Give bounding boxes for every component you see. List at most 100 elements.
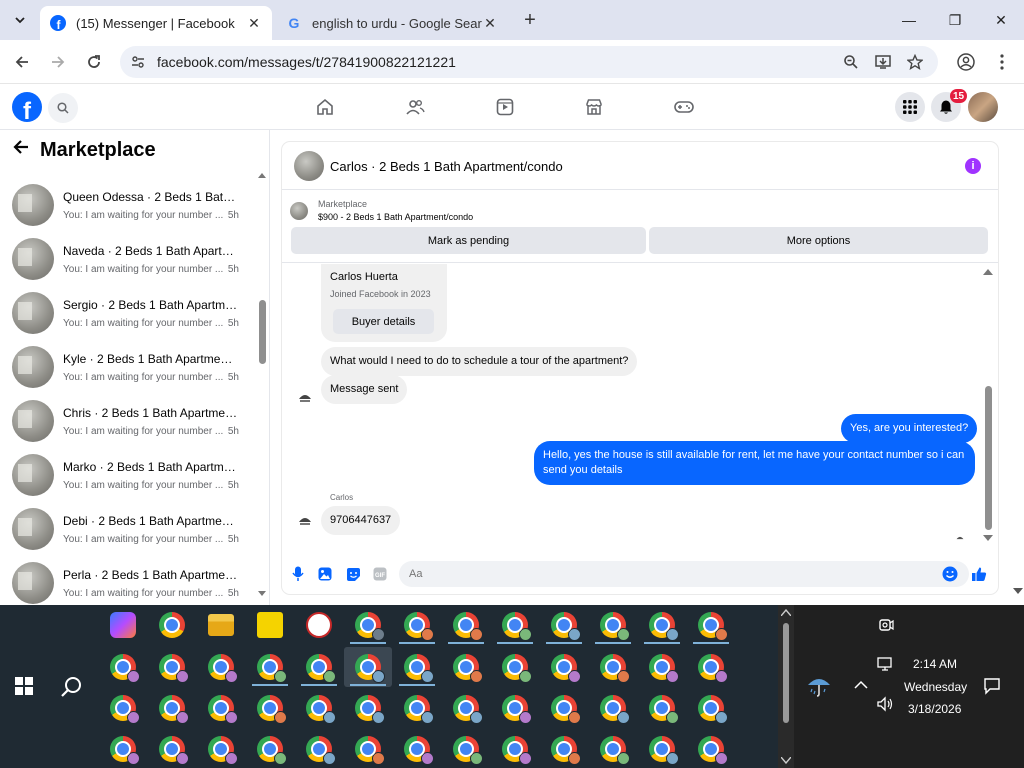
chrome-profile-icon[interactable] <box>698 612 728 641</box>
chrome-profile-icon[interactable] <box>551 736 581 765</box>
video-icon[interactable] <box>494 96 516 118</box>
chrome-profile-icon[interactable] <box>551 612 581 641</box>
tab-google-search[interactable]: G english to urdu - Google Search ✕ <box>276 6 508 40</box>
chrome-profile-icon[interactable] <box>453 695 483 724</box>
chrome-profile-icon[interactable] <box>110 654 140 683</box>
chrome-profile-icon[interactable] <box>306 695 336 724</box>
chrome-profile-icon[interactable] <box>159 695 189 724</box>
tab-messenger[interactable]: f (15) Messenger | Facebook ✕ <box>40 6 272 40</box>
chrome-profile-icon[interactable] <box>355 695 385 724</box>
chrome-profile-icon[interactable] <box>453 654 483 683</box>
chrome-profile-icon[interactable] <box>453 736 483 765</box>
chrome-profile-icon[interactable] <box>600 612 630 641</box>
back-arrow-icon[interactable] <box>12 138 30 162</box>
gaming-icon[interactable] <box>673 96 695 118</box>
chrome-icon[interactable] <box>159 612 185 638</box>
account-avatar[interactable] <box>968 92 998 122</box>
conversation-item[interactable]: Marko · 2 Beds 1 Bath Apartment/condo Yo… <box>12 448 248 502</box>
chrome-profile-icon[interactable] <box>257 654 287 683</box>
emoji-icon[interactable] <box>942 566 958 582</box>
tab-close-icon[interactable]: ✕ <box>482 15 498 31</box>
chrome-profile-icon[interactable] <box>404 736 434 765</box>
buyer-details-button[interactable]: Buyer details <box>333 309 434 334</box>
conversation-item[interactable]: Kyle · 2 Beds 1 Bath Apartment/condo You… <box>12 340 248 394</box>
mark-as-pending-button[interactable]: Mark as pending <box>291 227 646 254</box>
more-options-button[interactable]: More options <box>649 227 988 254</box>
home-icon[interactable] <box>314 96 336 118</box>
minimize-icon[interactable]: — <box>886 0 932 40</box>
chrome-profile-icon[interactable] <box>306 736 336 765</box>
notification-center-icon[interactable] <box>983 677 1001 698</box>
clock-time[interactable]: 2:14 AM <box>913 657 957 671</box>
chrome-profile-icon[interactable] <box>208 654 238 683</box>
chrome-profile-icon[interactable] <box>551 654 581 683</box>
address-bar[interactable]: facebook.com/messages/t/2784190082212122… <box>120 46 938 78</box>
chrome-profile-icon[interactable] <box>110 695 140 724</box>
snipping-app-icon[interactable] <box>306 612 332 638</box>
browser-menu-kebab-icon[interactable] <box>992 52 1012 72</box>
chrome-profile-icon[interactable] <box>649 736 679 765</box>
info-icon[interactable]: i <box>965 158 981 174</box>
facebook-search-icon[interactable] <box>48 93 78 123</box>
windows-start-icon[interactable] <box>15 677 33 695</box>
chrome-profile-icon[interactable] <box>600 736 630 765</box>
conversation-list-scrollbar[interactable] <box>258 172 266 597</box>
chrome-profile-icon[interactable] <box>404 612 434 641</box>
microphone-icon[interactable] <box>290 566 306 582</box>
page-scrollbar[interactable] <box>1012 130 1024 605</box>
chrome-profile-icon[interactable] <box>159 654 189 683</box>
chrome-profile-icon[interactable] <box>355 612 385 641</box>
reload-icon[interactable] <box>82 50 106 74</box>
taskbar-scrollbar[interactable] <box>778 605 794 768</box>
bookmark-star-icon[interactable] <box>906 53 924 71</box>
gif-icon[interactable]: GIF <box>372 566 388 582</box>
chrome-profile-icon[interactable] <box>649 695 679 724</box>
new-tab-plus-icon[interactable]: + <box>518 8 542 32</box>
weather-umbrella-icon[interactable] <box>806 673 832 702</box>
photo-icon[interactable] <box>317 566 333 582</box>
close-window-icon[interactable]: ✕ <box>978 0 1024 40</box>
contact-avatar[interactable] <box>294 151 324 181</box>
back-arrow-icon[interactable] <box>10 50 34 74</box>
restore-icon[interactable]: ❐ <box>932 0 978 40</box>
chrome-profile-icon[interactable] <box>600 654 630 683</box>
conversation-item[interactable]: Naveda · 2 Beds 1 Bath Apartment/condo Y… <box>12 232 248 286</box>
zoom-icon[interactable] <box>842 53 860 71</box>
menu-grid-icon[interactable] <box>895 92 925 122</box>
chat-title[interactable]: Carlos · 2 Beds 1 Bath Apartment/condo <box>330 159 563 174</box>
chrome-profile-icon[interactable] <box>257 736 287 765</box>
conversation-item[interactable]: Perla · 2 Beds 1 Bath Apartment/condo Yo… <box>12 556 248 605</box>
facebook-logo-icon[interactable]: f <box>12 92 42 122</box>
chrome-profile-icon[interactable] <box>208 695 238 724</box>
chrome-profile-icon[interactable] <box>453 612 483 641</box>
sticker-icon[interactable] <box>345 566 361 582</box>
chrome-profile-icon[interactable] <box>404 695 434 724</box>
chrome-profile-icon[interactable] <box>698 736 728 765</box>
chrome-profile-icon[interactable] <box>355 736 385 765</box>
marketplace-icon[interactable] <box>583 96 605 118</box>
network-icon[interactable] <box>877 656 895 675</box>
chrome-profile-icon[interactable] <box>600 695 630 724</box>
chrome-profile-icon[interactable] <box>502 736 532 765</box>
site-info-icon[interactable] <box>130 54 146 70</box>
clock-day[interactable]: Wednesday <box>904 680 967 694</box>
volume-icon[interactable] <box>876 696 894 715</box>
chrome-profile-icon[interactable] <box>551 695 581 724</box>
conversation-item[interactable]: Chris · 2 Beds 1 Bath Apartment/condo Yo… <box>12 394 248 448</box>
profile-icon[interactable] <box>956 52 976 72</box>
chat-scrollbar[interactable] <box>982 268 994 542</box>
tab-search-chevron-icon[interactable] <box>8 8 32 32</box>
sticky-notes-icon[interactable] <box>257 612 283 638</box>
clock-date[interactable]: 3/18/2026 <box>908 702 961 716</box>
install-app-icon[interactable] <box>874 53 892 71</box>
friends-icon[interactable] <box>404 96 426 118</box>
chrome-profile-icon[interactable] <box>649 654 679 683</box>
message-input[interactable] <box>399 561 969 587</box>
chrome-profile-icon[interactable] <box>355 654 385 683</box>
chrome-profile-icon[interactable] <box>257 695 287 724</box>
file-explorer-icon[interactable] <box>208 614 234 636</box>
chrome-profile-icon[interactable] <box>649 612 679 641</box>
chrome-profile-icon[interactable] <box>698 695 728 724</box>
taskbar-search-icon[interactable] <box>60 675 84 699</box>
copilot-icon[interactable] <box>110 612 136 638</box>
